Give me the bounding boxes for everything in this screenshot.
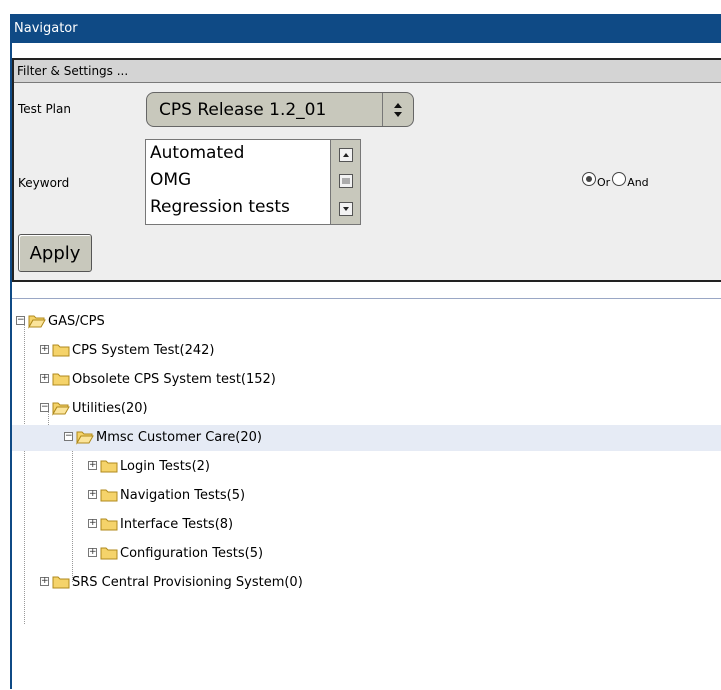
expand-icon[interactable]: + [88,461,97,470]
test-plan-value: CPS Release 1.2_01 [159,99,327,120]
tree-node-gas-cps[interactable]: − GAS/CPS [12,309,721,335]
tree-node-interface-tests[interactable]: + Interface Tests(8) [12,512,721,538]
tree-node-label: Interface Tests(8) [120,517,234,532]
folder-icon [100,489,118,502]
test-tree: − GAS/CPS + CPS System Test(242) + Obsolete C… [12,298,721,690]
tree-node-label: Configuration Tests(5) [120,546,264,561]
tree-node-configuration-tests[interactable]: + Configuration Tests(5) [12,541,721,567]
tree-node-obsolete-cps-system-test[interactable]: + Obsolete CPS System test(152) [12,367,721,393]
collapse-icon[interactable]: − [16,316,25,325]
filter-panel: Filter & Settings ... Test Plan CPS Rele… [12,58,721,282]
radio-or-label: Or [597,176,611,189]
tree-node-cps-system-test[interactable]: + CPS System Test(242) [12,338,721,364]
tree-node-login-tests[interactable]: + Login Tests(2) [12,454,721,480]
tree-node-label: CPS System Test(242) [72,343,215,358]
folder-icon [52,344,70,357]
tree-node-label: SRS Central Provisioning System(0) [72,575,303,590]
expand-icon[interactable]: + [88,519,97,528]
apply-button[interactable]: Apply [18,234,92,272]
tree-node-utilities[interactable]: − Utilities(20) [12,396,721,422]
arrow-down-icon [343,207,349,211]
folder-open-icon [28,315,46,329]
radio-and-label: And [627,176,649,189]
tree-node-label: GAS/CPS [48,314,105,329]
folder-icon [100,518,118,531]
folder-open-icon [52,402,70,416]
tree-node-mmsc-customer-care[interactable]: − Mmsc Customer Care(20) [12,425,721,451]
filter-header-label: Filter & Settings ... [17,64,129,78]
scroll-down-button[interactable] [339,202,353,216]
radio-and[interactable] [612,172,627,186]
keyword-label: Keyword [18,176,70,190]
tree-node-label: Login Tests(2) [120,459,210,474]
collapse-icon[interactable]: − [64,432,73,441]
collapse-icon[interactable]: − [40,403,49,412]
grip-icon [342,178,350,184]
tree-node-srs-central-provisioning[interactable]: + SRS Central Provisioning System(0) [12,570,721,596]
keyword-item[interactable]: Automated [146,140,360,167]
folder-icon [100,460,118,473]
tree-node-label: Obsolete CPS System test(152) [72,372,276,387]
expand-icon[interactable]: + [88,490,97,499]
keyword-scrollbar[interactable] [330,140,360,224]
keyword-listbox[interactable]: Automated OMG Regression tests [145,139,361,225]
tree-node-label: Utilities(20) [72,401,148,416]
expand-icon[interactable]: + [40,374,49,383]
scroll-thumb[interactable] [339,174,353,188]
expand-icon[interactable]: + [88,548,97,557]
tree-node-navigation-tests[interactable]: + Navigation Tests(5) [12,483,721,509]
window-title: Navigator [14,21,78,36]
filter-header[interactable]: Filter & Settings ... [14,60,721,83]
window-titlebar: Navigator [10,14,721,43]
folder-open-icon [76,431,94,445]
folder-icon [100,547,118,560]
folder-icon [52,373,70,386]
logic-radio-group: Or And [582,172,651,189]
expand-icon[interactable]: + [40,345,49,354]
tree-node-label: Mmsc Customer Care(20) [96,430,262,445]
keyword-item[interactable]: Regression tests [146,194,360,221]
folder-icon [52,576,70,589]
arrow-up-icon [343,153,349,157]
test-plan-label: Test Plan [18,102,71,116]
radio-or[interactable] [582,172,596,186]
expand-icon[interactable]: + [40,577,49,586]
test-plan-select[interactable]: CPS Release 1.2_01 [146,92,414,127]
scroll-up-button[interactable] [339,148,353,162]
keyword-item[interactable]: OMG [146,167,360,194]
updown-arrows-icon [382,93,413,126]
tree-node-label: Navigation Tests(5) [120,488,246,503]
